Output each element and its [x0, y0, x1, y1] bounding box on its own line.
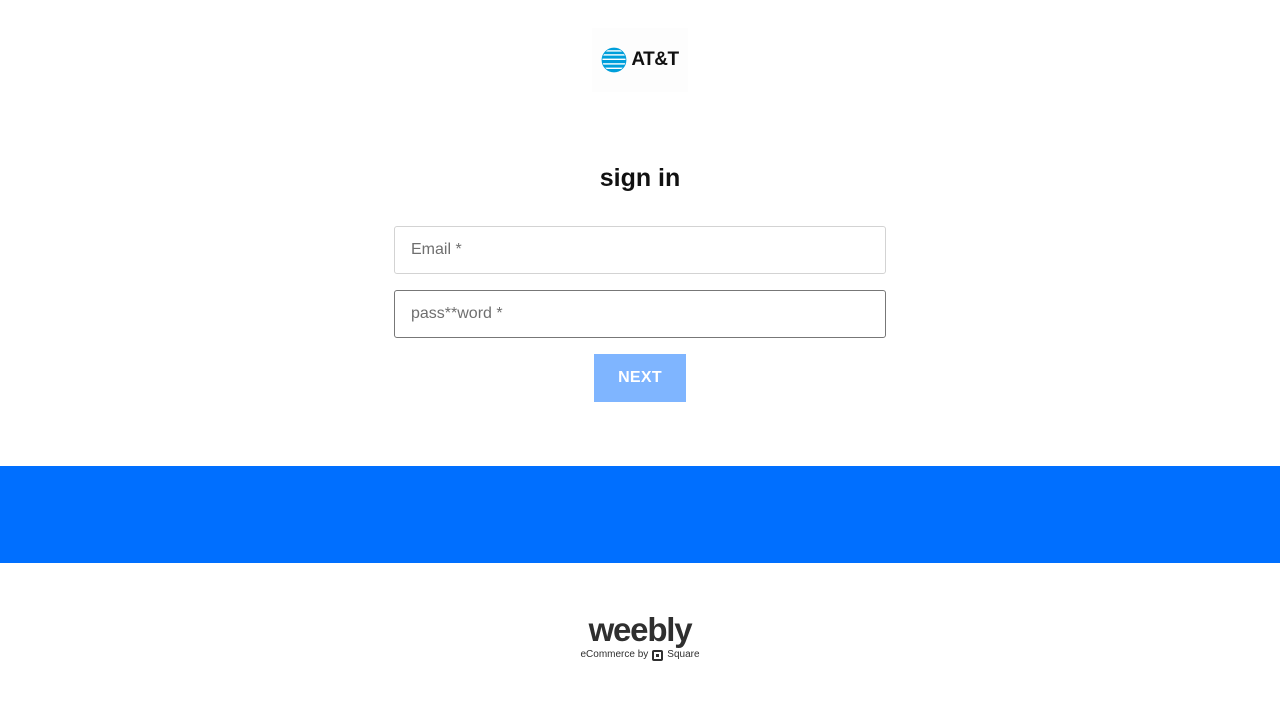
weebly-logo-text: weebly [588, 611, 693, 648]
sign-in-page: AT&T sign in NEXT weebly eCommerce by Sq… [0, 0, 1280, 720]
att-logo: AT&T [592, 28, 688, 92]
accent-band [0, 466, 1280, 563]
page-title: sign in [599, 164, 681, 192]
att-logo-text: AT&T [631, 49, 679, 70]
password-input[interactable] [394, 290, 886, 338]
email-input[interactable] [394, 226, 886, 274]
tagline-prefix: eCommerce by [580, 649, 649, 660]
square-logo-icon [652, 649, 664, 661]
next-button[interactable]: NEXT [594, 354, 686, 402]
footer-brand[interactable]: weebly eCommerce by Square [540, 612, 740, 661]
footer-tagline: eCommerce by Square [540, 649, 740, 661]
tagline-brand: Square [667, 649, 700, 660]
att-globe-icon [601, 47, 627, 73]
